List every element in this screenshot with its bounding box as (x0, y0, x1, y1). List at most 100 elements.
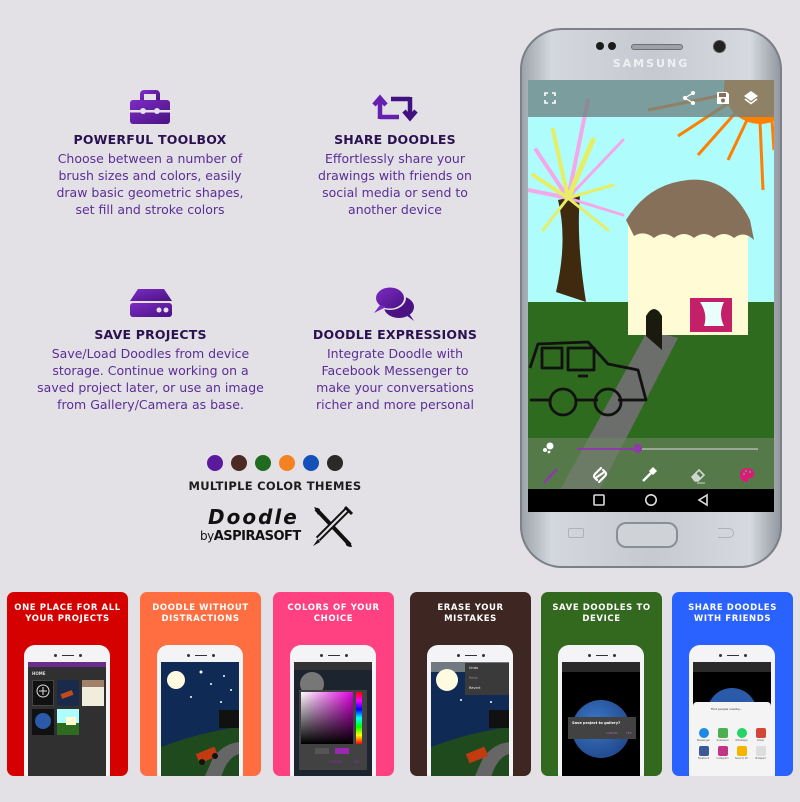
app-icon (736, 728, 747, 738)
promo-card: COLORS OF YOUR CHOICE CANCEL OK (273, 592, 394, 776)
card-title: SAVE DOODLES TO DEVICE (552, 603, 651, 624)
eyedropper-icon[interactable] (640, 466, 658, 484)
project-tile[interactable] (57, 709, 79, 735)
app-icon (698, 746, 709, 756)
brush-icon[interactable] (542, 466, 560, 484)
home-icon[interactable] (644, 493, 658, 507)
saturation-area[interactable] (301, 692, 353, 744)
mini-phone: Find people nearby... Messenger Snapseed W… (689, 645, 775, 776)
menu-item-undo[interactable]: Undo (465, 663, 509, 673)
share-app-option[interactable]: Save to Drive (735, 746, 748, 760)
mini-phone (157, 645, 243, 776)
promo-card: SHARE DOODLES WITH FRIENDS Find people ne… (672, 592, 793, 776)
hardware-recents-key[interactable] (568, 528, 584, 538)
brush-size-slider[interactable] (577, 444, 758, 453)
mini-phone: Undo Redo Revert (427, 645, 513, 776)
feature-title: SAVE PROJECTS (94, 327, 207, 342)
repeat-share-icon (372, 94, 418, 122)
mini-phone: CANCEL OK (290, 645, 376, 776)
cancel-button[interactable]: CANCEL (329, 760, 343, 764)
card-title: DOODLE WITHOUT DISTRACTIONS (152, 603, 249, 624)
app-icon (755, 728, 766, 738)
color-picker-dialog: CANCEL OK (299, 690, 367, 770)
theme-swatch[interactable] (327, 455, 343, 471)
app-icon (717, 728, 728, 738)
hue-bar[interactable] (356, 692, 362, 744)
tool-panel (528, 438, 774, 489)
theme-swatch[interactable] (207, 455, 223, 471)
theme-swatch[interactable] (255, 455, 271, 471)
project-tile[interactable] (82, 680, 104, 706)
pencil-brush-cross-icon (313, 505, 354, 547)
save-dialog-screen: Save project to gallery? CANCEL YES (562, 662, 640, 776)
eraser-icon[interactable] (689, 466, 707, 484)
toolbox-icon (130, 90, 170, 124)
feature-save-projects: SAVE PROJECTS Save/Load Doodles from dev… (18, 283, 283, 413)
promo-card: DOODLE WITHOUT DISTRACTIONS (140, 592, 261, 776)
slider-knob[interactable] (632, 444, 642, 453)
mini-phone: Save project to gallery? CANCEL YES (558, 645, 644, 776)
back-icon[interactable] (696, 493, 710, 507)
layers-icon[interactable] (743, 90, 759, 106)
app-icon (698, 728, 709, 738)
add-icon (36, 684, 50, 698)
fullscreen-icon[interactable] (542, 90, 558, 106)
recents-icon[interactable] (592, 493, 606, 507)
hardware-back-key[interactable] (718, 528, 734, 538)
undo-menu-screen: Undo Redo Revert (431, 662, 509, 776)
theme-swatch[interactable] (231, 455, 247, 471)
feature-description: Save/Load Doodles from device storage. Co… (37, 346, 264, 412)
project-tile[interactable] (32, 709, 54, 735)
app-label: WhatsApp (735, 739, 748, 742)
menu-item-revert[interactable]: Revert (465, 683, 509, 693)
yes-button[interactable]: YES (626, 731, 632, 735)
app-label: Save to Drive (735, 757, 748, 760)
app-label: Snapseed (716, 739, 729, 742)
new-project-tile[interactable] (32, 680, 54, 706)
color-themes: MULTIPLE COLOR THEMES (170, 455, 380, 493)
shapes-icon[interactable] (591, 466, 609, 484)
app-label: Messenger (697, 739, 710, 742)
sheet-title: Find people nearby... (711, 707, 743, 711)
promo-card: ERASE YOUR MISTAKES Undo Redo Revert (410, 592, 531, 776)
phone-mockup: SAMSUNG (520, 28, 782, 568)
project-tile[interactable] (57, 680, 79, 706)
feature-powerful-toolbox: POWERFUL TOOLBOX Choose between a number… (25, 88, 275, 218)
feature-title: POWERFUL TOOLBOX (73, 132, 227, 147)
theme-swatch[interactable] (279, 455, 295, 471)
card-title: ERASE YOUR MISTAKES (437, 603, 504, 624)
android-nav-bar (528, 489, 774, 512)
slider-fill (577, 448, 637, 450)
home-screen: HOME (28, 662, 106, 776)
menu-item-redo[interactable]: Redo (465, 673, 509, 683)
share-app-option[interactable]: Notepad (754, 746, 767, 760)
feature-description: Integrate Doodle with Facebook Messenger … (315, 346, 475, 412)
theme-swatch[interactable] (303, 455, 319, 471)
share-app-option[interactable]: WhatsApp (735, 728, 748, 742)
share-sheet-screen: Find people nearby... Messenger Snapseed W… (693, 662, 771, 776)
feature-share-doodles: SHARE DOODLES Effortlessly share your dra… (295, 88, 495, 218)
ok-button[interactable]: OK (354, 760, 359, 764)
hardware-home-button[interactable] (616, 522, 678, 548)
share-app-option[interactable]: Snapseed (716, 728, 729, 742)
app-label: Gmail (757, 739, 764, 742)
brand-logo: Doodle byASPIRASOFT (200, 505, 360, 550)
front-camera (714, 41, 725, 52)
promo-card: ONE PLACE FOR ALL YOUR PROJECTS HOME (7, 592, 128, 776)
share-app-option[interactable]: Messenger (697, 728, 710, 742)
save-icon[interactable] (715, 90, 731, 106)
app-toolbar (528, 80, 774, 117)
share-icon[interactable] (681, 90, 697, 106)
app-label: Notepad (755, 757, 766, 760)
feature-title: DOODLE EXPRESSIONS (312, 327, 478, 342)
share-app-option[interactable]: Facebook (697, 746, 710, 760)
app-label: Facebook (697, 757, 710, 760)
card-title: COLORS OF YOUR CHOICE (287, 603, 380, 624)
chat-bubbles-icon (374, 286, 414, 321)
save-dialog: Save project to gallery? CANCEL YES (568, 717, 636, 739)
share-app-option[interactable]: Gmail (754, 728, 767, 742)
cancel-button[interactable]: CANCEL (606, 731, 618, 735)
palette-icon[interactable] (738, 466, 756, 484)
share-app-option[interactable]: Instagram (716, 746, 729, 760)
brand-name: Doodle (208, 505, 299, 529)
